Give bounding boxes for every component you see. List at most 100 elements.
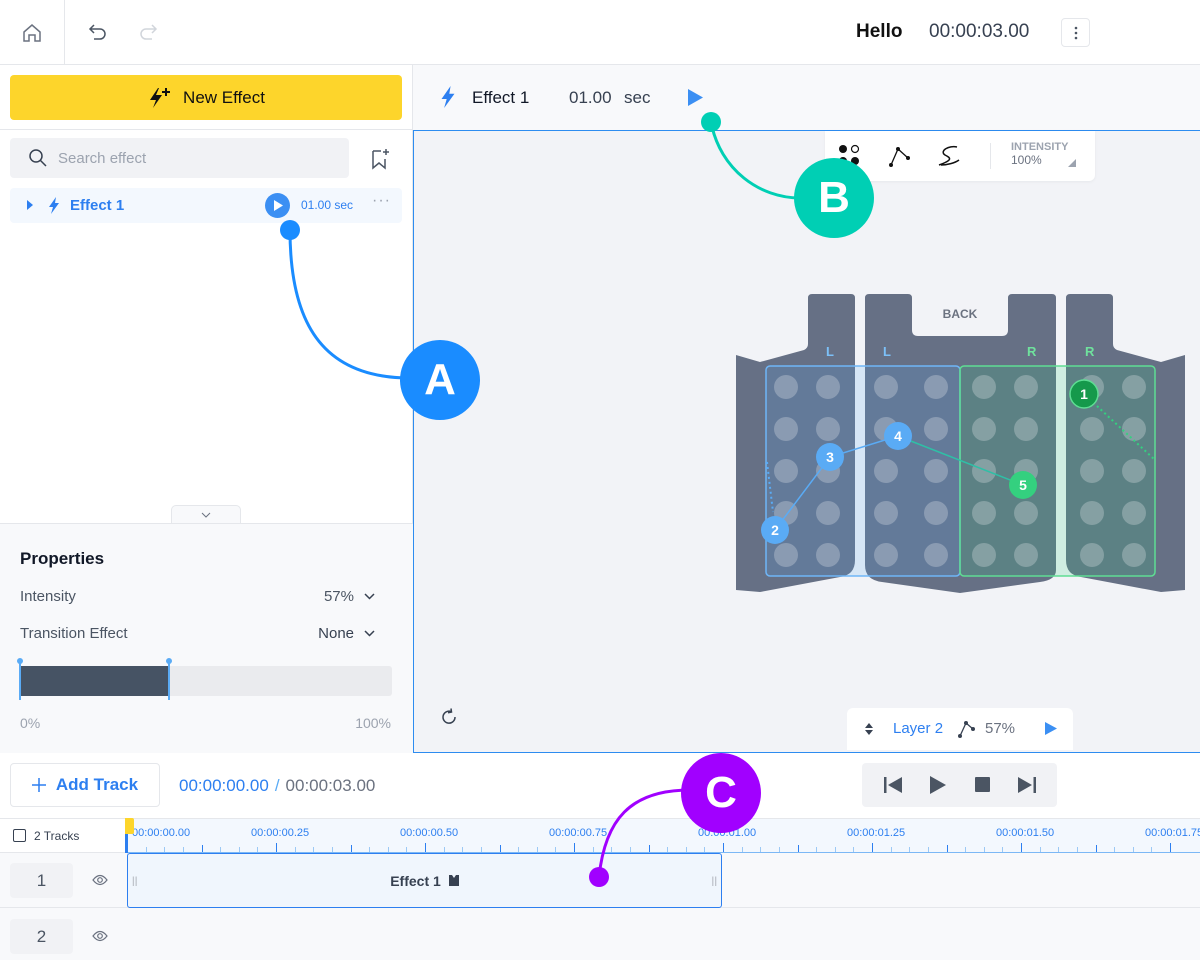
caret-right-icon[interactable] xyxy=(27,200,33,210)
range-fill xyxy=(20,666,169,696)
ruler-tick xyxy=(257,847,259,852)
annotation-a-badge: A xyxy=(400,340,480,420)
ruler-tick xyxy=(760,847,762,852)
ruler-tick xyxy=(1114,847,1116,852)
ruler-tick xyxy=(518,847,520,852)
play-icon[interactable] xyxy=(1045,722,1057,735)
ruler-tick xyxy=(331,847,333,852)
refresh-icon xyxy=(442,708,456,724)
checkbox[interactable] xyxy=(13,829,26,842)
playhead-handle[interactable] xyxy=(125,818,134,834)
effect-clip[interactable]: || Effect 1 || xyxy=(127,853,722,908)
ruler-tick-label: 00:00:00.00 xyxy=(132,827,191,839)
transition-label: Transition Effect xyxy=(20,625,128,642)
ruler-tick xyxy=(965,847,967,852)
layer-name[interactable]: Layer 2 xyxy=(893,720,943,737)
ruler-tick xyxy=(536,847,538,852)
ruler-tick xyxy=(1021,843,1022,852)
ruler-tick xyxy=(369,847,371,852)
range-handle-start[interactable] xyxy=(17,658,23,700)
transition-value: None xyxy=(318,625,354,642)
path-tool-icon[interactable] xyxy=(888,144,912,168)
ruler-tick xyxy=(574,843,575,852)
intensity-value: 57% xyxy=(323,588,354,605)
more-button[interactable] xyxy=(1061,18,1090,47)
ruler-tick xyxy=(462,847,464,852)
annotation-b-badge: B xyxy=(794,158,874,238)
select-all-tracks[interactable]: 2 Tracks xyxy=(0,818,127,853)
redo-button[interactable] xyxy=(134,18,162,46)
add-bookmark-button[interactable] xyxy=(366,145,394,173)
project-duration: 00:00:03.00 xyxy=(929,21,1030,42)
undo-button[interactable] xyxy=(84,18,112,46)
ruler-tick xyxy=(872,843,873,852)
ruler-tick xyxy=(723,843,724,852)
ruler-tick xyxy=(853,847,855,852)
effect-more-button[interactable]: ··· xyxy=(372,192,391,210)
effect-duration: 01.00 sec xyxy=(301,198,354,212)
undo-icon xyxy=(88,24,106,40)
annotation-c-badge: C xyxy=(681,753,761,833)
intensity-select[interactable]: 57% xyxy=(324,588,375,605)
ruler-tick xyxy=(704,847,706,852)
timecode: 00:00:00.00 / 00:00:03.00 xyxy=(179,776,375,796)
ruler-tick xyxy=(611,847,613,852)
ruler-tick xyxy=(1002,847,1004,852)
clip-left-handle[interactable]: || xyxy=(132,876,138,887)
divider xyxy=(990,143,991,169)
vest-icon xyxy=(448,875,459,886)
ruler-tick xyxy=(834,847,836,852)
effect-header-duration[interactable]: 01.00 xyxy=(569,88,612,108)
add-track-button[interactable]: Add Track xyxy=(10,763,160,807)
ruler-tick xyxy=(164,847,166,852)
toolbox-intensity-control[interactable]: INTENSITY 100% xyxy=(1011,141,1085,173)
freehand-tool-icon[interactable] xyxy=(935,143,963,169)
play-effect-button[interactable] xyxy=(265,193,290,218)
intensity-range-slider[interactable] xyxy=(17,658,392,700)
eye-icon[interactable] xyxy=(92,929,108,943)
ruler-tick xyxy=(648,845,650,852)
range-handle-end[interactable] xyxy=(165,658,172,700)
new-effect-button[interactable]: New Effect xyxy=(10,75,402,120)
search-placeholder: Search effect xyxy=(58,149,147,167)
ruler-tick xyxy=(1039,847,1041,852)
ruler-tick xyxy=(629,847,631,852)
track-number[interactable]: 1 xyxy=(10,863,73,898)
play-icon[interactable] xyxy=(930,776,946,794)
project-title: Hello xyxy=(856,21,903,42)
play-icon[interactable] xyxy=(687,89,703,106)
ruler-tick xyxy=(797,845,799,852)
ruler-tick xyxy=(685,847,687,852)
ruler-tick xyxy=(480,847,482,852)
ruler-tick xyxy=(1132,847,1134,852)
top-bar: Hello 00:00:03.00 xyxy=(0,0,1200,65)
effect-list-item[interactable]: Effect 1 01.00 sec ··· xyxy=(10,188,402,223)
more-vertical-icon xyxy=(1074,26,1077,39)
clip-right-handle[interactable]: || xyxy=(711,876,717,887)
skip-forward-icon[interactable] xyxy=(1018,777,1036,793)
ruler-tick xyxy=(182,847,184,852)
ruler-tick xyxy=(946,845,948,852)
skip-back-icon[interactable] xyxy=(884,777,902,793)
chevron-down-icon xyxy=(201,512,211,518)
ruler-tick xyxy=(276,843,277,852)
stop-icon[interactable] xyxy=(975,777,990,792)
reset-button[interactable] xyxy=(437,705,461,729)
time-ruler[interactable]: 00:00:00.00 00:00:00.25 00:00:00.50 00:00:0… xyxy=(127,818,1200,853)
ruler-tick xyxy=(294,847,296,852)
redo-icon xyxy=(140,24,158,40)
home-button[interactable] xyxy=(0,0,65,65)
transition-select[interactable]: None xyxy=(318,625,375,642)
search-input[interactable]: Search effect xyxy=(10,138,349,178)
resize-corner-icon xyxy=(1068,159,1076,167)
collapse-properties-button[interactable] xyxy=(171,505,241,524)
layer-bar: Layer 2 57% xyxy=(847,708,1073,750)
search-icon xyxy=(29,149,47,167)
lightning-plus-icon xyxy=(150,87,171,108)
eye-icon[interactable] xyxy=(92,873,108,887)
track-number[interactable]: 2 xyxy=(10,919,73,954)
ruler-tick xyxy=(890,847,892,852)
add-track-label: Add Track xyxy=(55,775,139,794)
layer-intensity: 57% xyxy=(985,720,1016,737)
sort-icon[interactable] xyxy=(865,723,873,735)
